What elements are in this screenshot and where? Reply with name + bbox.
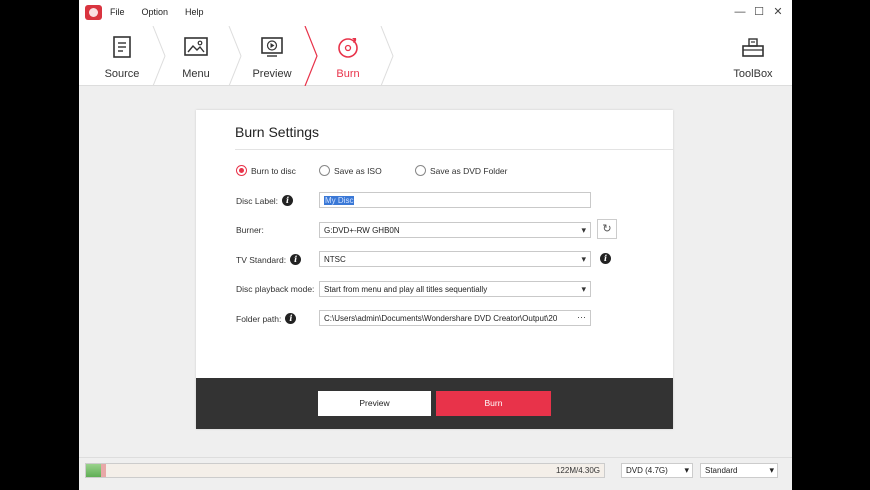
folder-path-label: Folder path: [236,313,282,324]
folder-path-row: Folder path: i C:\Users\admin\Documents\… [236,310,656,326]
radio-unchecked-icon [415,165,426,176]
disc-label-row: Disc Label: i My Disc [236,192,656,208]
refresh-icon[interactable]: ↻ [597,219,617,239]
folder-path-input[interactable]: C:\Users\admin\Documents\Wondershare DVD… [319,310,591,326]
disc-burn-icon [338,38,358,58]
browse-button[interactable]: ··· [575,312,586,322]
radio-unchecked-icon [319,165,330,176]
info-icon[interactable]: i [282,195,294,206]
divider [235,149,673,150]
tv-standard-row: TV Standard: i NTSC i [236,251,656,267]
radio-label: Save as DVD Folder [430,165,508,176]
app-logo-icon [85,5,102,20]
burn-settings-panel: Burn Settings Burn to disc Save as ISO S… [196,110,673,429]
menu-option[interactable]: Option [142,7,169,17]
close-icon[interactable]: ✕ [772,5,784,19]
select-value: G:DVD+-RW GHB0N [324,226,400,235]
step-bar: Source Menu Preview Burn ToolBox [79,26,792,86]
step-preview[interactable]: Preview [235,26,309,86]
selected-text: My Disc [324,196,355,205]
select-value: DVD (4.7G) [626,466,668,475]
field-label: Folder path: i [236,313,297,324]
field-label: Disc playback mode: [236,284,314,294]
radio-burn-to-disc[interactable]: Burn to disc [236,165,296,176]
image-icon [184,37,208,56]
step-source[interactable]: Source [85,26,159,86]
step-label: Preview [252,68,292,80]
title-bar: File Option Help — ☐ ✕ [79,0,792,26]
info-icon[interactable]: i [290,254,302,265]
disc-label-input[interactable]: My Disc [319,192,591,208]
preview-button[interactable]: Preview [318,391,431,416]
radio-label: Burn to disc [251,165,296,176]
select-value: NTSC [324,255,346,264]
panel-title: Burn Settings [235,124,320,140]
minimize-icon[interactable]: — [734,5,746,19]
menu-file[interactable]: File [110,7,125,17]
window-controls: — ☐ ✕ [734,5,784,19]
disc-label-label: Disc Label: [236,195,279,206]
toolbox-icon [742,38,764,57]
select-value: Standard [705,466,738,475]
play-icon [261,37,283,57]
playback-mode-select[interactable]: Start from menu and play all titles sequ… [319,281,591,297]
app-window: File Option Help — ☐ ✕ Source Menu Previ… [79,0,792,490]
maximize-icon[interactable]: ☐ [753,5,765,19]
burn-button[interactable]: Burn [436,391,551,416]
disc-type-select[interactable]: DVD (4.7G) [621,463,693,478]
capacity-fill-edge [101,464,106,477]
step-label: Menu [182,68,210,80]
field-label: TV Standard: i [236,254,302,265]
burner-select[interactable]: G:DVD+-RW GHB0N [319,222,591,238]
playback-mode-label: Disc playback mode: [236,284,315,294]
info-icon[interactable]: i [285,313,297,324]
radio-save-as-iso[interactable]: Save as ISO [319,165,382,176]
step-label: Source [104,68,140,80]
step-menu[interactable]: Menu [159,26,233,86]
output-option-group: Burn to disc Save as ISO Save as DVD Fol… [236,165,656,179]
status-bar: 122M/4.30G DVD (4.7G) Standard [79,457,792,490]
toolbox-button[interactable]: ToolBox [716,26,790,86]
field-label: Disc Label: i [236,195,294,206]
capacity-fill [86,464,101,477]
step-label: Burn [336,68,360,80]
select-value: Start from menu and play all titles sequ… [324,285,488,294]
document-icon [113,36,131,58]
input-value: C:\Users\admin\Documents\Wondershare DVD… [324,314,558,323]
menu-bar: File Option Help [110,7,221,17]
chevron-separator-icon [380,26,394,86]
playback-mode-row: Disc playback mode: Start from menu and … [236,281,656,297]
step-burn[interactable]: Burn [311,26,385,86]
radio-save-as-dvd-folder[interactable]: Save as DVD Folder [415,165,507,176]
burner-label: Burner: [236,225,264,235]
field-label: Burner: [236,225,264,235]
radio-checked-icon [236,165,247,176]
quality-select[interactable]: Standard [700,463,778,478]
panel-footer: Preview Burn [196,378,673,429]
capacity-text: 122M/4.30G [555,466,600,475]
burner-row: Burner: G:DVD+-RW GHB0N ↻ [236,219,656,239]
tv-standard-select[interactable]: NTSC [319,251,591,267]
radio-label: Save as ISO [334,165,382,176]
menu-help[interactable]: Help [185,7,204,17]
info-icon[interactable]: i [600,253,611,264]
disc-capacity-bar: 122M/4.30G [85,463,605,478]
toolbox-label: ToolBox [733,68,773,80]
tv-standard-label: TV Standard: [236,254,287,265]
